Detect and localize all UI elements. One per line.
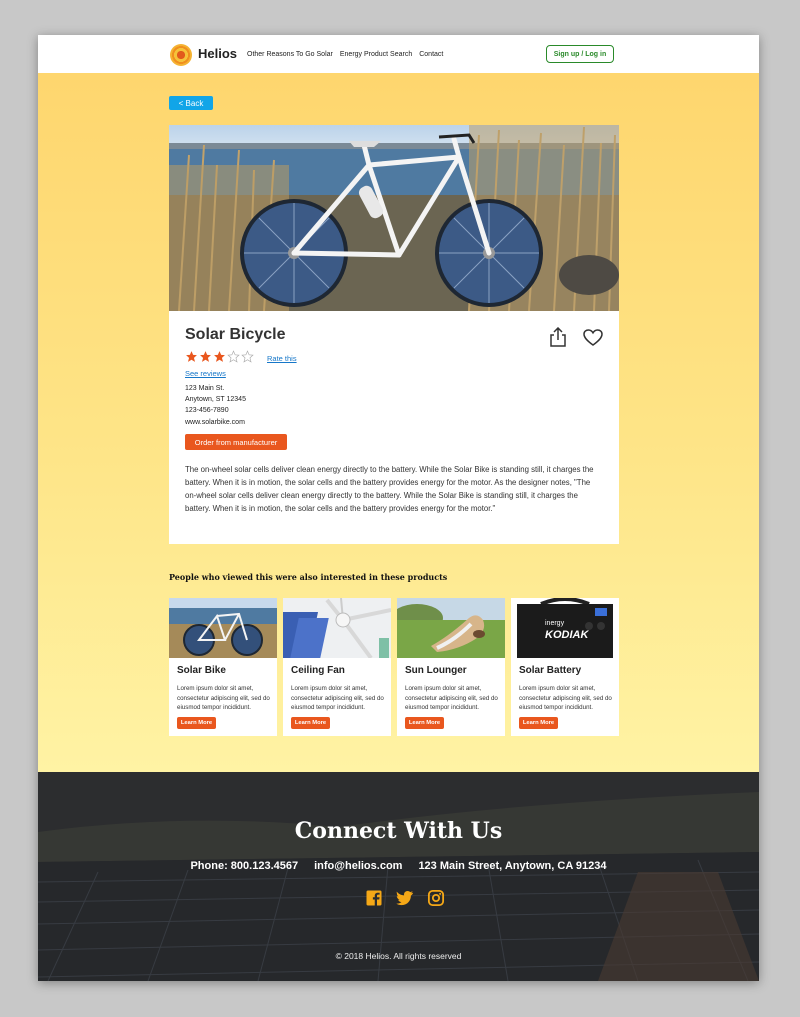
address-line-2: Anytown, ST 12345 <box>185 396 246 404</box>
nav-other-reasons[interactable]: Other Reasons To Go Solar <box>247 51 333 58</box>
footer-phone: Phone: 800.123.4567 <box>190 860 299 872</box>
related-product-card[interactable]: Solar Bike Lorem ipsum dolor sit amet, c… <box>169 598 277 736</box>
learn-more-button[interactable]: Learn More <box>405 717 444 729</box>
phone-number: 123-456-7890 <box>185 407 229 415</box>
copyright-text: © 2018 Helios. All rights reserved <box>335 951 462 961</box>
favorite-heart-icon[interactable] <box>583 329 603 347</box>
main-nav: Other Reasons To Go Solar Energy Product… <box>247 51 443 58</box>
star-empty-icon[interactable] <box>241 350 254 363</box>
brand-name[interactable]: Helios <box>198 46 237 61</box>
footer-contacts: Phone: 800.123.4567 info@helios.com 123 … <box>38 860 759 872</box>
nav-energy-product-search[interactable]: Energy Product Search <box>340 51 412 58</box>
footer: Connect With Us Phone: 800.123.4567 info… <box>38 772 759 981</box>
related-products-heading: People who viewed this were also interes… <box>169 572 448 582</box>
share-icon[interactable] <box>549 327 567 347</box>
rating-stars[interactable] <box>185 350 254 363</box>
battery-brand-label: inergy <box>545 620 565 627</box>
related-product-description: Lorem ipsum dolor sit amet, consectetur … <box>177 685 270 711</box>
rate-this-link[interactable]: Rate this <box>267 354 297 363</box>
twitter-icon[interactable] <box>396 889 414 907</box>
related-product-card[interactable]: Ceiling Fan Lorem ipsum dolor sit amet, … <box>283 598 391 736</box>
helios-logo[interactable] <box>170 44 192 66</box>
product-hero-image <box>169 125 619 311</box>
website: www.solarbike.com <box>185 418 245 426</box>
solar-bike-thumbnail[interactable] <box>169 598 277 658</box>
back-button[interactable]: < Back <box>169 96 213 110</box>
related-product-card[interactable]: inergy KODIAK Solar Battery Lorem ipsum … <box>511 598 619 736</box>
signup-login-button[interactable]: Sign up / Log in <box>546 45 614 63</box>
star-filled-icon[interactable] <box>213 350 226 363</box>
learn-more-button[interactable]: Learn More <box>177 717 216 729</box>
footer-address: 123 Main Street, Anytown, CA 91234 <box>418 860 607 872</box>
related-product-name: Solar Battery <box>519 665 582 676</box>
footer-email[interactable]: info@helios.com <box>314 860 402 872</box>
nav-contact[interactable]: Contact <box>419 51 443 58</box>
solar-battery-thumbnail[interactable]: inergy KODIAK <box>511 598 619 658</box>
star-empty-icon[interactable] <box>227 350 240 363</box>
star-filled-icon[interactable] <box>199 350 212 363</box>
related-product-description: Lorem ipsum dolor sit amet, consectetur … <box>405 685 498 711</box>
instagram-icon[interactable] <box>427 889 445 907</box>
learn-more-button[interactable]: Learn More <box>519 717 558 729</box>
product-detail-card: Solar Bicycle Rate this See reviews 123 … <box>169 125 619 544</box>
related-product-description: Lorem ipsum dolor sit amet, consectetur … <box>519 685 612 711</box>
star-filled-icon[interactable] <box>185 350 198 363</box>
solar-field-background <box>38 772 759 981</box>
sun-lounger-thumbnail[interactable] <box>397 598 505 658</box>
learn-more-button[interactable]: Learn More <box>291 717 330 729</box>
page-frame: Helios Other Reasons To Go Solar Energy … <box>38 35 759 981</box>
social-links <box>365 889 445 907</box>
related-product-name: Solar Bike <box>177 665 226 676</box>
see-reviews-link[interactable]: See reviews <box>185 369 226 378</box>
ceiling-fan-thumbnail[interactable] <box>283 598 391 658</box>
related-product-name: Ceiling Fan <box>291 665 345 676</box>
related-product-name: Sun Lounger <box>405 665 467 676</box>
facebook-icon[interactable] <box>365 889 383 907</box>
related-product-card[interactable]: Sun Lounger Lorem ipsum dolor sit amet, … <box>397 598 505 736</box>
connect-heading: Connect With Us <box>294 818 503 845</box>
battery-model-label: KODIAK <box>545 629 589 641</box>
manufacturer-contact: 123 Main St. Anytown, ST 12345 123-456-7… <box>185 383 246 428</box>
address-line-1: 123 Main St. <box>185 385 225 392</box>
related-product-description: Lorem ipsum dolor sit amet, consectetur … <box>291 685 384 711</box>
product-description: The on-wheel solar cells deliver clean e… <box>185 465 594 513</box>
top-navigation-bar: Helios Other Reasons To Go Solar Energy … <box>38 35 759 73</box>
product-title: Solar Bicycle <box>185 326 286 343</box>
order-from-manufacturer-button[interactable]: Order from manufacturer <box>185 434 287 450</box>
main-content: < Back Solar Bicycle Rate this See revie… <box>38 73 759 772</box>
